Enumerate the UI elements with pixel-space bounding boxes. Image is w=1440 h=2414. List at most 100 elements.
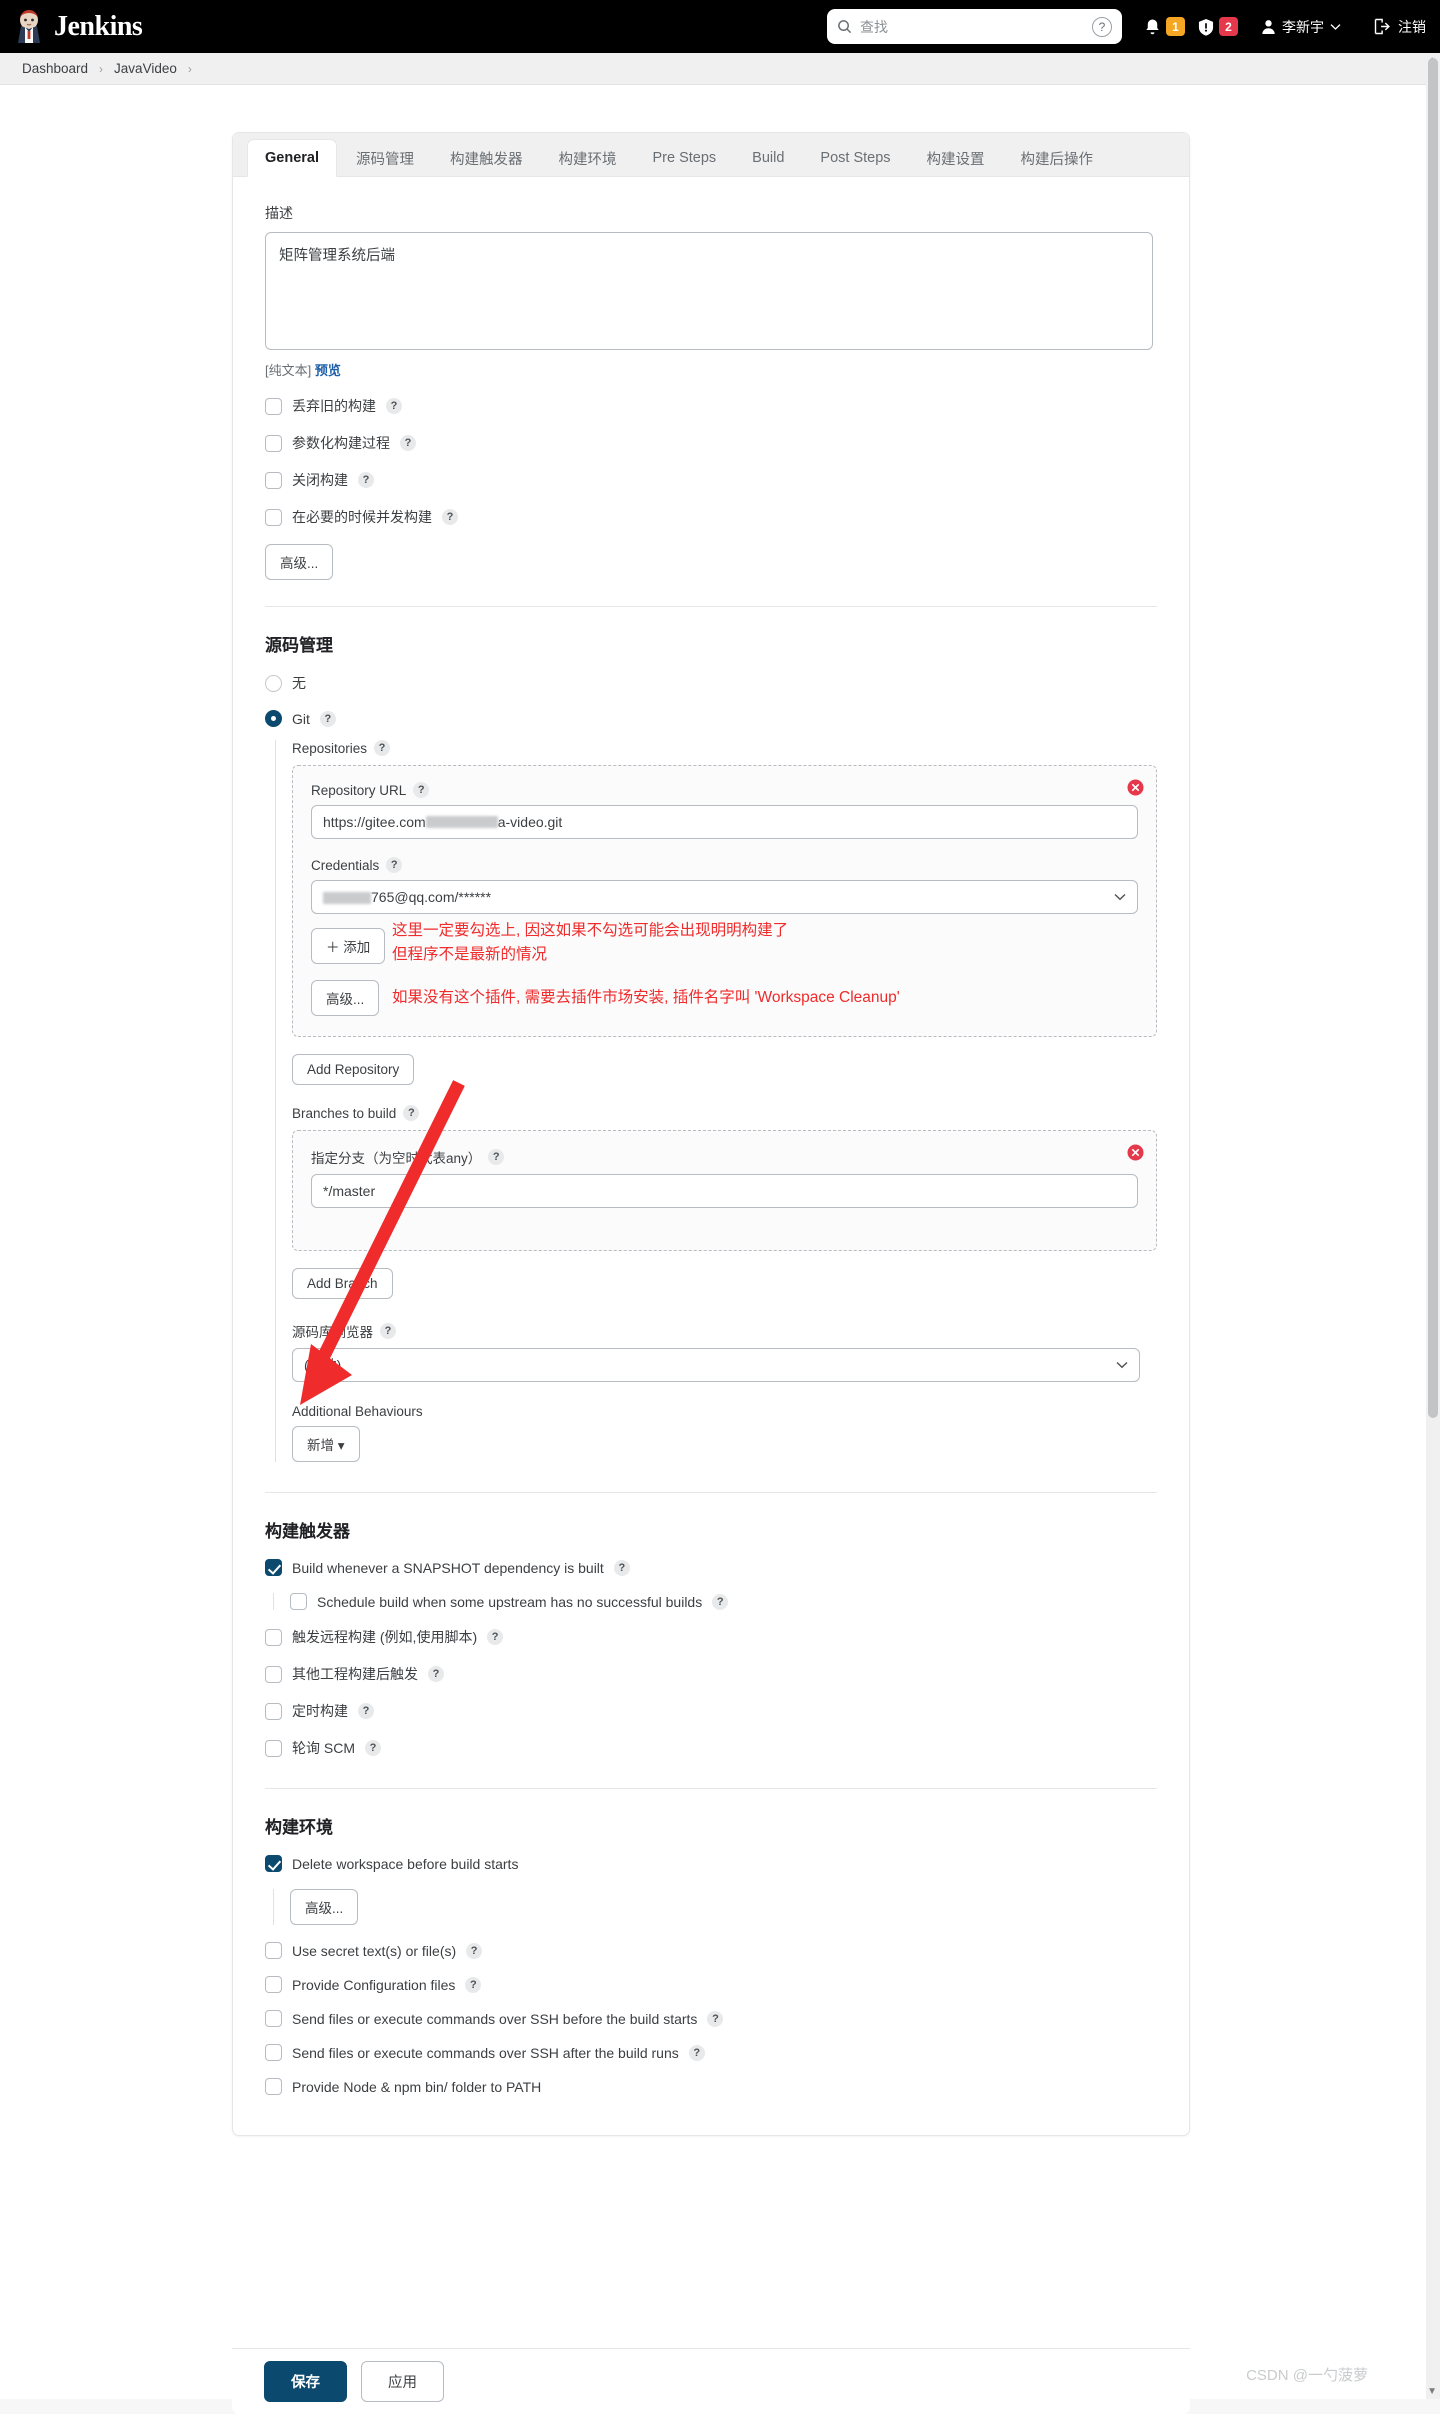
search-input[interactable]: 查找 ?: [827, 9, 1122, 44]
checkbox-provide-config-files[interactable]: Provide Configuration files ?: [265, 1976, 1157, 1993]
checkbox-box[interactable]: [265, 2044, 282, 2061]
repositories-label: Repositories: [292, 740, 368, 756]
help-icon[interactable]: ?: [688, 2044, 705, 2061]
checkbox-box[interactable]: [265, 1855, 282, 1872]
checkbox-box[interactable]: [265, 508, 282, 526]
checkbox-snapshot-dependency[interactable]: Build whenever a SNAPSHOT dependency is …: [265, 1559, 1157, 1576]
checkbox-schedule-upstream[interactable]: Schedule build when some upstream has no…: [273, 1593, 1157, 1610]
checkbox-ssh-before-build[interactable]: Send files or execute commands over SSH …: [265, 2010, 1157, 2027]
checkbox-box[interactable]: [290, 1593, 307, 1610]
help-icon[interactable]: ?: [380, 1323, 396, 1339]
breadcrumb-item-dashboard[interactable]: Dashboard: [22, 61, 88, 76]
form-action-bar: 保存 应用: [232, 2348, 1190, 2414]
help-icon[interactable]: ?: [413, 782, 430, 798]
checkbox-label: 触发远程构建 (例如,使用脚本): [292, 1629, 478, 1645]
tab-post-steps[interactable]: Post Steps: [803, 140, 907, 176]
radio-button[interactable]: [265, 710, 282, 727]
tab-build-settings[interactable]: 构建设置: [910, 140, 1002, 176]
help-icon[interactable]: ?: [400, 435, 416, 451]
add-repository-button[interactable]: Add Repository: [292, 1054, 415, 1085]
radio-scm-git[interactable]: Git ?: [265, 710, 1157, 727]
add-branch-button[interactable]: Add Branch: [292, 1268, 393, 1299]
help-icon[interactable]: ?: [613, 1559, 630, 1576]
help-icon[interactable]: ?: [319, 710, 336, 727]
description-textarea[interactable]: 矩阵管理系统后端: [265, 232, 1153, 350]
help-icon[interactable]: ?: [487, 1629, 504, 1645]
jenkins-brand[interactable]: Jenkins: [14, 9, 143, 44]
checkbox-parameterized-build[interactable]: 参数化构建过程 ?: [265, 433, 1157, 453]
tab-build[interactable]: Build: [735, 140, 801, 176]
additional-behaviours-add-button[interactable]: 新增 ▾: [292, 1426, 360, 1462]
close-circle-icon[interactable]: [1125, 1142, 1145, 1162]
user-menu-button[interactable]: 李新宇: [1261, 17, 1341, 37]
add-credentials-button[interactable]: ＋ 添加: [311, 928, 386, 964]
repository-url-input[interactable]: https://gitee.com a-video.git: [311, 805, 1138, 839]
help-icon[interactable]: ?: [465, 1976, 482, 1993]
source-browser-select[interactable]: (自动): [292, 1348, 1140, 1382]
config-body: 描述 矩阵管理系统后端 [纯文本] 预览 丢弃旧的构建 ? 参数化构建过程 ? …: [233, 177, 1189, 2135]
help-icon[interactable]: ?: [466, 1942, 483, 1959]
checkbox-discard-old-builds[interactable]: 丢弃旧的构建 ?: [265, 396, 1157, 416]
checkbox-box[interactable]: [265, 1702, 282, 1720]
repository-advanced-button[interactable]: 高级...: [311, 980, 380, 1016]
credentials-select[interactable]: 765@qq.com/******: [311, 880, 1138, 914]
checkbox-ssh-after-build[interactable]: Send files or execute commands over SSH …: [265, 2044, 1157, 2061]
help-icon[interactable]: ?: [442, 509, 458, 525]
branch-specifier-input[interactable]: */master: [311, 1174, 1138, 1208]
checkbox-box[interactable]: [265, 2010, 282, 2027]
tab-pre-steps[interactable]: Pre Steps: [636, 140, 734, 176]
checkbox-label: 轮询 SCM: [292, 1740, 355, 1756]
scrollbar-thumb[interactable]: [1428, 58, 1438, 1418]
question-mark-icon[interactable]: ?: [1092, 16, 1112, 37]
help-icon[interactable]: ?: [403, 1105, 420, 1121]
help-icon[interactable]: ?: [428, 1666, 444, 1682]
help-icon[interactable]: ?: [386, 398, 402, 414]
checkbox-concurrent-builds[interactable]: 在必要的时候并发构建 ?: [265, 507, 1157, 527]
close-circle-icon[interactable]: [1125, 777, 1145, 797]
checkbox-box[interactable]: [265, 2078, 282, 2095]
tab-build-triggers[interactable]: 构建触发器: [433, 140, 540, 176]
checkbox-delete-workspace[interactable]: Delete workspace before build starts: [265, 1855, 1157, 1872]
checkbox-use-secret-text[interactable]: Use secret text(s) or file(s) ?: [265, 1942, 1157, 1959]
checkbox-box[interactable]: [265, 1628, 282, 1646]
checkbox-box[interactable]: [265, 1559, 282, 1576]
help-icon[interactable]: ?: [386, 857, 403, 873]
save-button[interactable]: 保存: [264, 2361, 347, 2402]
checkbox-disable-build[interactable]: 关闭构建 ?: [265, 470, 1157, 490]
checkbox-poll-scm[interactable]: 轮询 SCM ?: [265, 1738, 1157, 1758]
delete-workspace-advanced-button[interactable]: 高级...: [290, 1889, 359, 1925]
help-icon[interactable]: ?: [365, 1740, 381, 1756]
security-alerts-button[interactable]: 2: [1198, 17, 1238, 36]
checkbox-box[interactable]: [265, 397, 282, 415]
radio-button[interactable]: [265, 674, 282, 692]
checkbox-box[interactable]: [265, 1739, 282, 1757]
checkbox-remote-trigger[interactable]: 触发远程构建 (例如,使用脚本) ?: [265, 1627, 1157, 1647]
checkbox-box[interactable]: [265, 1942, 282, 1959]
jenkins-butler-icon: [14, 9, 44, 44]
tab-build-environment[interactable]: 构建环境: [542, 140, 634, 176]
radio-scm-none[interactable]: 无: [265, 673, 1157, 693]
tab-scm[interactable]: 源码管理: [339, 140, 431, 176]
checkbox-box[interactable]: [265, 1665, 282, 1683]
help-icon[interactable]: ?: [374, 740, 391, 756]
logout-button[interactable]: 注销: [1374, 17, 1426, 37]
checkbox-box[interactable]: [265, 434, 282, 452]
help-icon[interactable]: ?: [712, 1593, 729, 1610]
checkbox-node-npm-path[interactable]: Provide Node & npm bin/ folder to PATH: [265, 2078, 1157, 2095]
checkbox-box[interactable]: [265, 1976, 282, 1993]
tab-post-build-actions[interactable]: 构建后操作: [1004, 140, 1111, 176]
general-advanced-button[interactable]: 高级...: [265, 544, 334, 580]
breadcrumb-item-javavideo[interactable]: JavaVideo: [114, 61, 177, 76]
help-icon[interactable]: ?: [358, 472, 374, 488]
help-icon[interactable]: ?: [707, 2010, 724, 2027]
checkbox-timed-build[interactable]: 定时构建 ?: [265, 1701, 1157, 1721]
apply-button[interactable]: 应用: [361, 2361, 444, 2402]
triangle-down-icon[interactable]: ▼: [1427, 2386, 1437, 2397]
description-preview-link[interactable]: 预览: [315, 363, 341, 378]
notifications-button[interactable]: 1: [1144, 17, 1185, 36]
help-icon[interactable]: ?: [488, 1149, 505, 1165]
help-icon[interactable]: ?: [358, 1703, 374, 1719]
checkbox-after-other-projects[interactable]: 其他工程构建后触发 ?: [265, 1664, 1157, 1684]
checkbox-box[interactable]: [265, 471, 282, 489]
tab-general[interactable]: General: [247, 139, 337, 177]
